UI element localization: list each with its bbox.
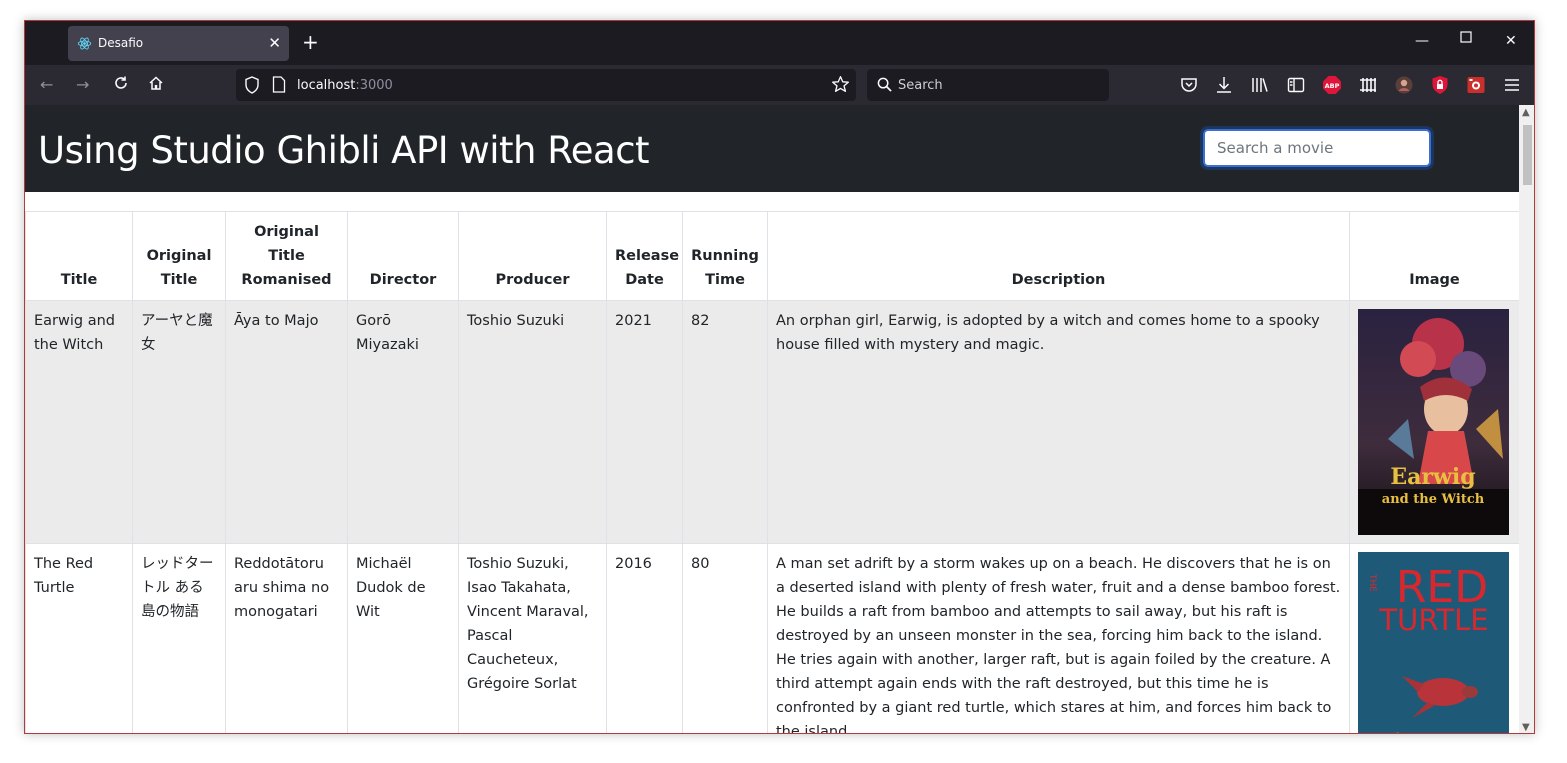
cell-original-title: レッドタートル ある島の物語 bbox=[132, 543, 226, 733]
column-header-title: Title bbox=[25, 211, 133, 301]
pocket-icon[interactable] bbox=[1179, 75, 1199, 95]
column-header-image: Image bbox=[1349, 211, 1519, 301]
sidebar-icon[interactable] bbox=[1286, 75, 1306, 95]
cell-release-date: 2016 bbox=[606, 543, 683, 733]
adblock-icon[interactable]: ABP bbox=[1322, 75, 1342, 95]
avatar-icon[interactable] bbox=[1394, 75, 1414, 95]
column-header-original-title-romanised: Original Title Romanised bbox=[225, 211, 348, 301]
cell-image: Earwig and the Witch bbox=[1349, 300, 1519, 544]
earwig-poster-title: Earwig bbox=[1390, 464, 1475, 490]
cell-original-title: アーヤと魔女 bbox=[132, 300, 226, 544]
cell-description: An orphan girl, Earwig, is adopted by a … bbox=[767, 300, 1350, 544]
snapshot-icon[interactable] bbox=[1466, 75, 1486, 95]
cell-producer: Toshio Suzuki bbox=[458, 300, 607, 544]
search-icon bbox=[877, 77, 892, 92]
library-icon[interactable] bbox=[1250, 75, 1270, 95]
download-icon[interactable] bbox=[1214, 75, 1234, 95]
cell-original-title-romanised: Reddotātoru aru shima no monogatari bbox=[225, 543, 348, 733]
movies-table: Title Original Title Original Title Roma… bbox=[25, 211, 1519, 733]
red-turtle-poster-the: THE bbox=[1367, 573, 1377, 592]
column-header-release-date: Release Date bbox=[606, 211, 683, 301]
table-header-row: Title Original Title Original Title Roma… bbox=[25, 211, 1519, 301]
page-icon[interactable] bbox=[272, 76, 286, 93]
close-window-icon[interactable]: ✕ bbox=[1505, 33, 1517, 49]
browser-window: Desafio ✕ + — ✕ ← → localhost:3000 Searc… bbox=[24, 20, 1535, 734]
cell-description: A man set adrift by a storm wakes up on … bbox=[767, 543, 1350, 733]
table-row: The Red Turtle レッドタートル ある島の物語 Reddotātor… bbox=[25, 543, 1519, 733]
tab-title: Desafio bbox=[98, 36, 144, 50]
cell-running-time: 80 bbox=[682, 543, 768, 733]
column-header-director: Director bbox=[347, 211, 459, 301]
ublock-icon[interactable] bbox=[1430, 75, 1450, 95]
maximize-icon[interactable] bbox=[1460, 31, 1472, 47]
cell-release-date: 2021 bbox=[606, 300, 683, 544]
navigation-bar: ← → localhost:3000 Search ABP bbox=[25, 65, 1534, 105]
new-tab-icon[interactable]: + bbox=[302, 32, 319, 52]
bookmark-star-icon[interactable] bbox=[831, 75, 850, 94]
scroll-thumb[interactable] bbox=[1523, 125, 1532, 185]
scroll-down-icon[interactable]: ▼ bbox=[1522, 722, 1530, 733]
minimize-icon[interactable]: — bbox=[1415, 33, 1429, 49]
column-header-producer: Producer bbox=[458, 211, 607, 301]
url-text[interactable]: localhost:3000 bbox=[297, 78, 393, 93]
cell-image: THE RED TURTLE bbox=[1349, 543, 1519, 733]
cell-producer: Toshio Suzuki, Isao Takahata, Vincent Ma… bbox=[458, 543, 607, 733]
red-turtle-poster-turtle: TURTLE bbox=[1378, 603, 1488, 637]
menu-icon[interactable] bbox=[1502, 75, 1522, 95]
earwig-poster-subtitle: and the Witch bbox=[1382, 492, 1485, 507]
extension-icon[interactable] bbox=[1358, 75, 1378, 95]
browser-search-placeholder: Search bbox=[898, 78, 943, 93]
shield-icon[interactable] bbox=[244, 76, 260, 94]
svg-text:ABP: ABP bbox=[1325, 82, 1340, 90]
back-icon[interactable]: ← bbox=[40, 75, 53, 95]
cell-running-time: 82 bbox=[682, 300, 768, 544]
page-content: Using Studio Ghibli API with React Title… bbox=[25, 105, 1519, 733]
cell-director: Michaël Dudok de Wit bbox=[347, 543, 459, 733]
page-scrollbar[interactable]: ▲ ▼ bbox=[1519, 105, 1534, 733]
column-header-description: Description bbox=[767, 211, 1350, 301]
close-tab-icon[interactable]: ✕ bbox=[268, 34, 281, 52]
reload-icon[interactable] bbox=[113, 75, 129, 96]
home-icon[interactable] bbox=[148, 75, 164, 96]
cell-title: The Red Turtle bbox=[25, 543, 133, 733]
column-header-original-title: Original Title bbox=[132, 211, 226, 301]
react-logo-icon bbox=[77, 37, 92, 50]
cell-director: Gorō Miyazaki bbox=[347, 300, 459, 544]
cell-title: Earwig and the Witch bbox=[25, 300, 133, 544]
scroll-up-icon[interactable]: ▲ bbox=[1522, 107, 1530, 118]
cell-original-title-romanised: Āya to Majo bbox=[225, 300, 348, 544]
app-header: Using Studio Ghibli API with React bbox=[25, 105, 1519, 192]
browser-tab[interactable]: Desafio ✕ bbox=[68, 26, 289, 61]
table-row: Earwig and the Witch アーヤと魔女 Āya to Majo … bbox=[25, 300, 1519, 544]
forward-icon[interactable]: → bbox=[76, 75, 89, 95]
red-turtle-poster-image: THE RED TURTLE bbox=[1358, 552, 1509, 733]
page-title: Using Studio Ghibli API with React bbox=[38, 129, 650, 172]
title-bar: Desafio ✕ + — ✕ bbox=[25, 21, 1534, 65]
column-header-running-time: Running Time bbox=[682, 211, 768, 301]
browser-search-bar[interactable]: Search bbox=[867, 69, 1109, 101]
url-bar[interactable]: localhost:3000 bbox=[236, 69, 856, 101]
movie-search-input[interactable] bbox=[1203, 129, 1431, 167]
earwig-poster-image: Earwig and the Witch bbox=[1358, 309, 1509, 535]
